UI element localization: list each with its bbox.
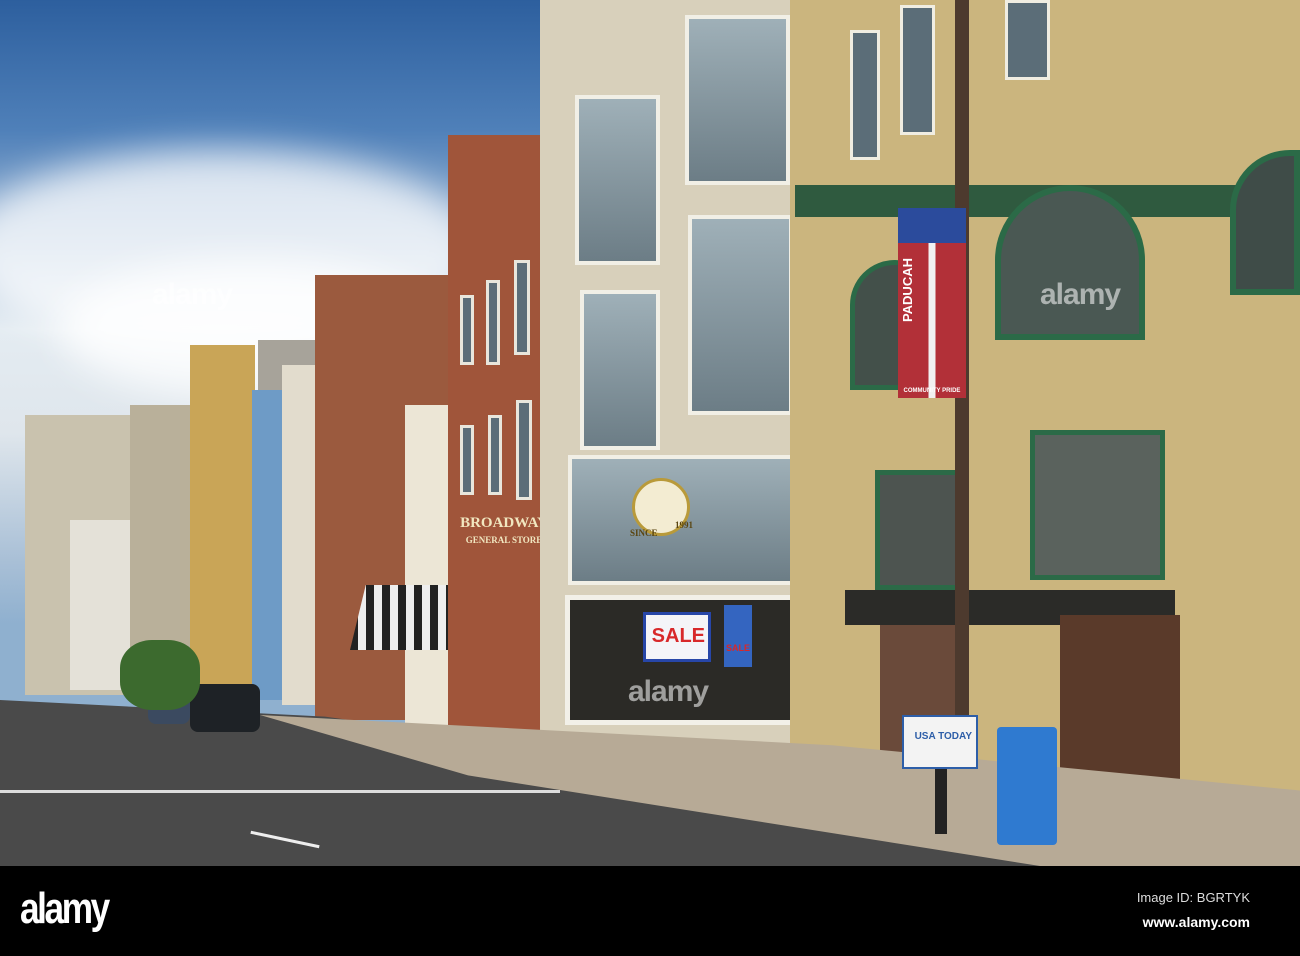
paducah-banner: PADUCAH COMMUNITY PRIDE xyxy=(898,208,966,398)
watermark: alamy xyxy=(1040,278,1121,311)
newspaper-box xyxy=(997,727,1057,845)
image-id: Image ID: BGRTYK xyxy=(1136,890,1250,905)
watermark: alamy xyxy=(152,278,233,311)
store-sub-sign: GENERAL STORE xyxy=(465,535,543,545)
street-photo: BROADWAY GENERAL STORE SINCE 1991 SALE S… xyxy=(0,0,1300,866)
tree xyxy=(120,640,200,710)
sale-banner: SALE xyxy=(643,612,711,662)
white-building xyxy=(282,365,318,705)
watermark: alamy xyxy=(628,675,709,708)
white-office-building: SINCE 1991 SALE SALE xyxy=(540,0,810,745)
banner-sub: COMMUNITY PRIDE xyxy=(903,388,961,394)
lamp-pole xyxy=(955,0,969,820)
alamy-logo: alamy xyxy=(20,884,110,933)
lane-line xyxy=(0,790,560,793)
blue-building xyxy=(252,390,284,700)
sale-poster: SALE xyxy=(724,605,752,667)
yellow-building xyxy=(190,345,255,685)
plaque-since: SINCE xyxy=(630,528,658,538)
site-url[interactable]: www.alamy.com xyxy=(1143,914,1250,930)
parked-car xyxy=(190,684,260,732)
banner-city: PADUCAH xyxy=(900,258,915,323)
footer-bar: alamy Image ID: BGRTYK www.alamy.com xyxy=(0,866,1300,956)
striped-awning xyxy=(350,585,455,650)
corner-building xyxy=(790,0,1300,810)
plaque-year: 1991 xyxy=(675,520,693,530)
usa-today-box: USA TODAY xyxy=(902,715,978,769)
store-name-sign: BROADWAY xyxy=(460,515,548,531)
